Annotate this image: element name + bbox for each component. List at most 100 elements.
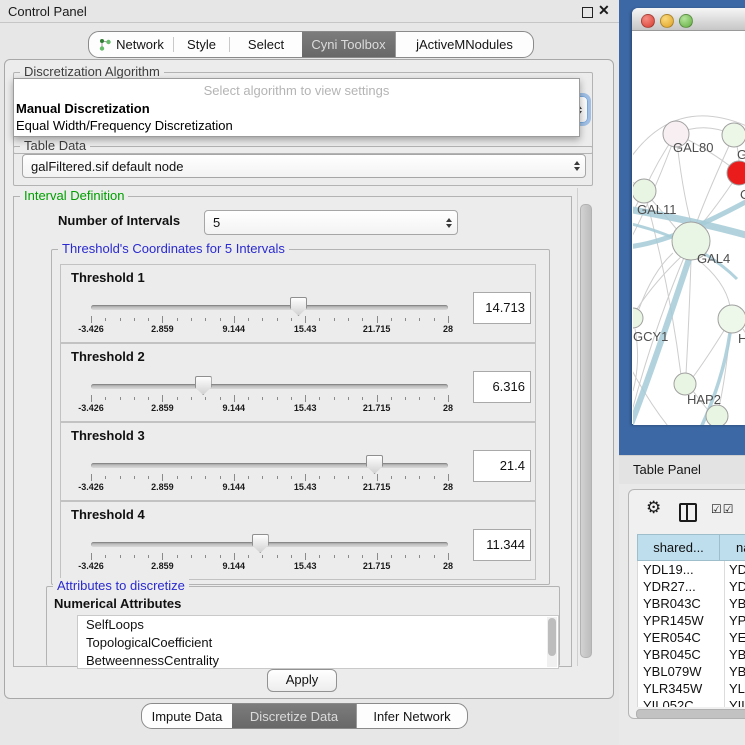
slider-track[interactable] xyxy=(91,305,448,310)
threshold-value-field[interactable]: 14.713 xyxy=(473,292,531,324)
node-label: GA xyxy=(737,147,745,162)
zoom-traffic-light[interactable] xyxy=(679,14,693,28)
thresholds-group: Threshold's Coordinates for 5 Intervals … xyxy=(51,249,550,585)
slider-track[interactable] xyxy=(91,463,448,468)
scroll-divider xyxy=(577,188,578,666)
number-of-intervals-combo[interactable]: 5 xyxy=(204,210,458,235)
list-scrollbar[interactable] xyxy=(547,617,557,667)
tab-impute-data[interactable]: Impute Data xyxy=(142,704,232,728)
tick-label: 2.859 xyxy=(151,561,174,571)
list-item[interactable]: BetweennessCentrality xyxy=(78,652,558,669)
attributes-group: Attributes to discretize Numerical Attri… xyxy=(46,586,560,666)
panel-scrollbar-thumb[interactable] xyxy=(580,204,592,658)
slider-thumb[interactable] xyxy=(252,534,269,553)
node-gcy1[interactable] xyxy=(633,308,643,328)
threshold-1-row: Threshold 1 -3.426 2.859 9.144 15.43 21.… xyxy=(60,264,536,343)
table-data-combo[interactable]: galFiltered.sif default node xyxy=(22,154,586,178)
threshold-label: Threshold 3 xyxy=(71,428,145,443)
popup-item-equal-width-frequency[interactable]: Equal Width/Frequency Discretization xyxy=(16,118,233,133)
horizontal-scrollbar-thumb[interactable] xyxy=(636,709,745,719)
node-gal11[interactable] xyxy=(633,179,656,203)
tab-infer-network[interactable]: Infer Network xyxy=(357,704,467,728)
tick-label: 15.43 xyxy=(294,482,317,492)
threshold-value-field[interactable]: 11.344 xyxy=(473,529,531,561)
algorithm-dropdown-popup: Select algorithm to view settings Manual… xyxy=(13,78,580,137)
list-item[interactable]: SelfLoops xyxy=(78,616,558,634)
slider-thumb[interactable] xyxy=(366,455,383,474)
tick-label: 21.715 xyxy=(363,324,391,334)
tick-label: 9.144 xyxy=(223,561,246,571)
tick-label: 28 xyxy=(443,403,453,413)
list-item[interactable]: TopologicalCoefficient xyxy=(78,634,558,652)
tick-label: 21.715 xyxy=(363,561,391,571)
table-row[interactable]: YDL19...YDL1 xyxy=(638,561,745,578)
node-label: GAL11 xyxy=(637,202,677,217)
tab-jactivemnodules[interactable]: jActiveMNodules xyxy=(396,32,533,57)
node-label: HAP2 xyxy=(687,392,721,407)
table-row[interactable]: YLR345WYLR3 xyxy=(638,680,745,697)
threshold-value-field[interactable]: 6.316 xyxy=(473,371,531,403)
column-header-shared-name[interactable]: shared... xyxy=(637,534,719,561)
interval-definition-group: Interval Definition Number of Intervals … xyxy=(13,196,572,667)
node-red-selected[interactable] xyxy=(727,161,745,185)
table-panel-header: Table Panel xyxy=(619,455,745,486)
stepper-icon[interactable] xyxy=(441,218,457,228)
column-header-name[interactable]: na xyxy=(719,534,745,561)
tick-label: 28 xyxy=(443,482,453,492)
table-row[interactable]: YBL079WYBL0 xyxy=(638,663,745,680)
apply-button[interactable]: Apply xyxy=(267,669,337,692)
table-row[interactable]: YBR045CYBR0 xyxy=(638,646,745,663)
slider-ticks xyxy=(91,316,448,324)
threshold-4-row: Threshold 4 -3.426 2.859 9.144 15.43 21.… xyxy=(60,501,536,580)
close-traffic-light[interactable] xyxy=(641,14,655,28)
tick-label: -3.426 xyxy=(78,482,104,492)
number-of-intervals-label: Number of Intervals xyxy=(58,213,180,228)
node-h[interactable] xyxy=(718,305,745,333)
threshold-2-row: Threshold 2 -3.426 2.859 9.144 15.43 21.… xyxy=(60,343,536,422)
tab-style[interactable]: Style xyxy=(174,32,229,57)
table-row[interactable]: YBR043CYBR0 xyxy=(638,595,745,612)
node-label: GAL80 xyxy=(673,140,713,155)
tab-network[interactable]: Network xyxy=(89,32,173,57)
network-canvas[interactable]: GAL80 GA C GAL11 GAL4 GCY1 H HAP2 xyxy=(633,31,745,425)
slider-thumb[interactable] xyxy=(195,376,212,395)
table-data-group: Table Data galFiltered.sif default node xyxy=(13,146,593,186)
tab-cyni-toolbox[interactable]: Cyni Toolbox xyxy=(302,32,395,57)
close-icon[interactable]: ✕ xyxy=(598,2,610,19)
columns-icon[interactable] xyxy=(679,503,697,522)
table-row[interactable]: YPR145WYPR1 xyxy=(638,612,745,629)
tab-select[interactable]: Select xyxy=(230,32,302,57)
tick-label: 28 xyxy=(443,324,453,334)
popup-hint: Select algorithm to view settings xyxy=(14,83,579,98)
network-window-titlebar[interactable] xyxy=(632,8,745,31)
screen: Control Panel ✕ Network Style Select Cyn… xyxy=(0,0,745,745)
float-window-icon[interactable] xyxy=(582,7,593,18)
checkboxes-icon[interactable]: ☑☑ xyxy=(711,502,735,516)
group-title: Interval Definition xyxy=(20,188,128,203)
table-rows: YDL19...YDL1 YDR27...YDR2 YBR043CYBR0 YP… xyxy=(637,561,745,707)
group-title: Discretization Algorithm xyxy=(20,64,164,79)
gear-icon[interactable]: ⚙ xyxy=(646,498,661,518)
network-graph: GAL80 GA C GAL11 GAL4 GCY1 H HAP2 xyxy=(633,31,745,425)
slider-thumb[interactable] xyxy=(290,297,307,316)
popup-item-manual-discretization[interactable]: Manual Discretization xyxy=(16,101,150,116)
threshold-value-field[interactable]: 21.4 xyxy=(473,450,531,482)
stepper-icon[interactable] xyxy=(569,161,585,171)
slider-track[interactable] xyxy=(91,542,448,547)
slider-track[interactable] xyxy=(91,384,448,389)
node-ga[interactable] xyxy=(722,123,745,147)
table-row[interactable]: YIL052CYIL0 xyxy=(638,697,745,707)
minimize-traffic-light[interactable] xyxy=(660,14,674,28)
threshold-label: Threshold 2 xyxy=(71,349,145,364)
node-bottom[interactable] xyxy=(706,405,728,425)
tick-label: 15.43 xyxy=(294,324,317,334)
table-panel-card: ⚙ ☑☑ shared... na YDL19...YDL1 YDR27...Y… xyxy=(628,489,745,719)
node-table: shared... na xyxy=(637,534,745,561)
group-title: Table Data xyxy=(20,138,90,153)
slider-ticks xyxy=(91,474,448,482)
control-panel-titlebar: Control Panel ✕ xyxy=(0,0,619,23)
tab-discretize-data[interactable]: Discretize Data xyxy=(232,704,356,728)
table-row[interactable]: YER054CYER0 xyxy=(638,629,745,646)
tick-label: 9.144 xyxy=(223,324,246,334)
table-row[interactable]: YDR27...YDR2 xyxy=(638,578,745,595)
